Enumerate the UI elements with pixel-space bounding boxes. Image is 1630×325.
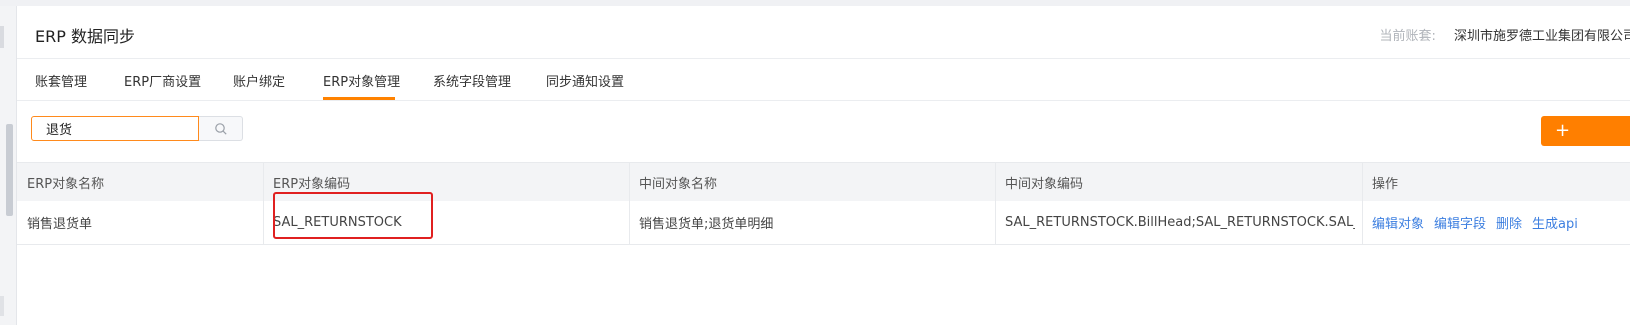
active-tab-indicator [323, 97, 395, 100]
search-button[interactable] [199, 116, 243, 141]
column-header-actions: 操作 [1372, 176, 1399, 192]
tab-sync-notify[interactable]: 同步通知设置 [546, 71, 624, 90]
cell-erp-name: 销售退货单 [27, 217, 93, 232]
cell-mid-code: SAL_RETURNSTOCK.BillHead;SAL_RETURNSTOCK… [1005, 215, 1355, 230]
column-header-erp-name: ERP对象名称 [27, 176, 105, 192]
left-sidebar [0, 6, 17, 325]
page-header: ERP 数据同步 当前账套: 深圳市施罗德工业集团有限公司 [17, 6, 1630, 59]
page-title: ERP 数据同步 [35, 27, 135, 46]
tab-account-binding[interactable]: 账户绑定 [233, 71, 285, 90]
highlight-annotation-box [273, 192, 433, 239]
column-header-mid-name: 中间对象名称 [639, 176, 718, 192]
add-button[interactable]: + [1541, 116, 1630, 146]
edit-object-link[interactable]: 编辑对象 [1372, 213, 1424, 232]
search-box [31, 116, 243, 143]
cell-actions: 编辑对象 编辑字段 删除 生成api [1362, 201, 1630, 244]
generate-api-link[interactable]: 生成api [1532, 213, 1578, 232]
search-icon [214, 122, 227, 135]
search-input[interactable] [31, 116, 199, 141]
account-value: 深圳市施罗德工业集团有限公司 [1453, 29, 1630, 44]
account-label: 当前账套: [1379, 29, 1436, 44]
table-header: ERP对象名称 ERP对象编码 中间对象名称 中间对象编码 操作 [17, 162, 1630, 202]
tab-bar: 账套管理 ERP厂商设置 账户绑定 ERP对象管理 系统字段管理 同步通知设置 [17, 59, 1630, 101]
sidebar-marker [0, 296, 4, 316]
tab-erp-object[interactable]: ERP对象管理 [323, 71, 400, 90]
tab-system-fields[interactable]: 系统字段管理 [433, 71, 511, 90]
cell-mid-name: 销售退货单;退货单明细 [639, 217, 774, 232]
current-account: 当前账套: 深圳市施罗德工业集团有限公司 [1379, 25, 1630, 44]
sidebar-scrollbar[interactable] [6, 124, 13, 216]
column-header-mid-code: 中间对象编码 [1005, 176, 1084, 192]
edit-fields-link[interactable]: 编辑字段 [1434, 213, 1486, 232]
delete-link[interactable]: 删除 [1496, 213, 1522, 232]
tab-account-set[interactable]: 账套管理 [35, 71, 87, 90]
tab-erp-vendor[interactable]: ERP厂商设置 [124, 71, 201, 90]
sidebar-marker [0, 26, 4, 48]
table-row: 销售退货单 SAL_RETURNSTOCK 销售退货单;退货单明细 SAL_RE… [17, 201, 1630, 245]
